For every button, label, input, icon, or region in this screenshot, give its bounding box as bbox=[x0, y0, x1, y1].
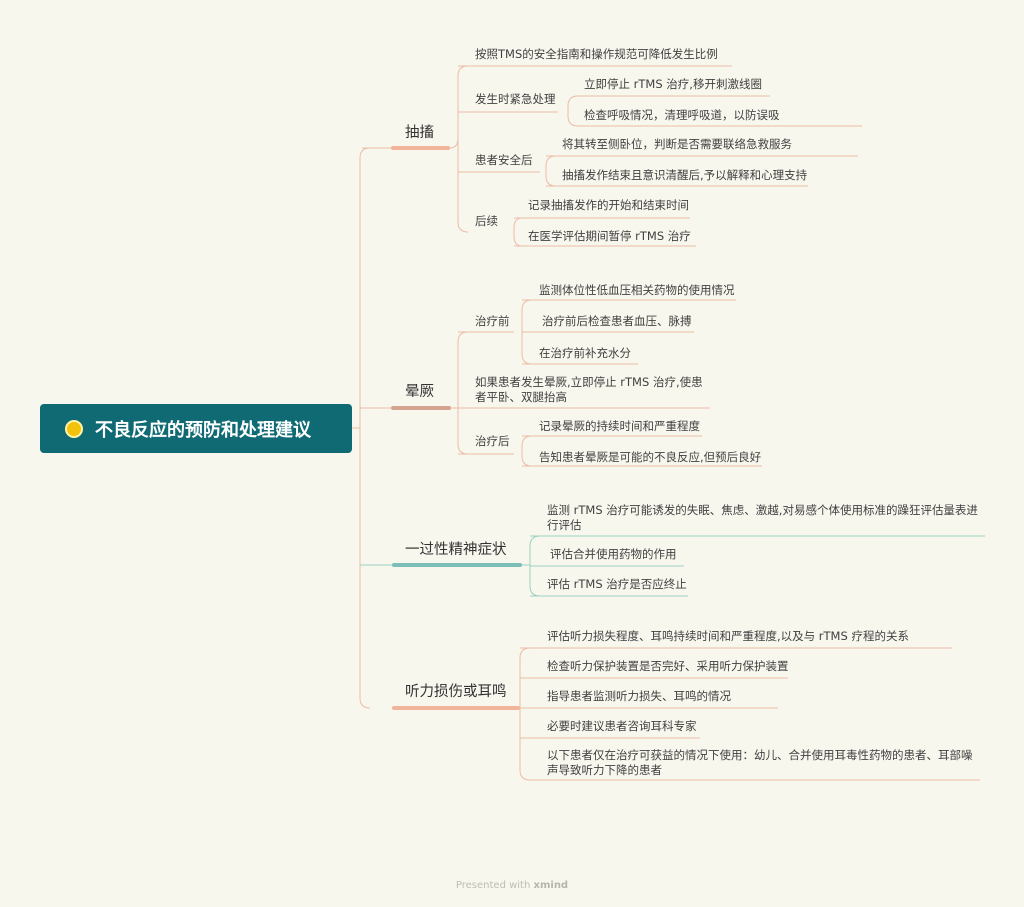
topic-restricted-patients[interactable]: 以下患者仅在治疗可获益的情况下使用：幼儿、合并使用耳毒性药物的患者、耳部噪声导致… bbox=[547, 748, 980, 778]
topic-hydration[interactable]: 在治疗前补充水分 bbox=[539, 346, 631, 361]
footer-credit: Presented with xmind bbox=[0, 880, 1024, 891]
topic-inform-prognosis[interactable]: 告知患者晕厥是可能的不良反应,但预后良好 bbox=[539, 450, 761, 465]
xmind-logo: xmind bbox=[533, 880, 569, 891]
branch-hearing[interactable]: 听力损伤或耳鸣 bbox=[405, 680, 507, 701]
root-title: 不良反应的预防和处理建议 bbox=[95, 419, 311, 441]
branch-syncope[interactable]: 晕厥 bbox=[405, 380, 434, 401]
topic-monitor-hypotension-drugs[interactable]: 监测体位性低血压相关药物的使用情况 bbox=[539, 283, 735, 298]
topic-evaluate-medication[interactable]: 评估合并使用药物的作用 bbox=[550, 547, 677, 562]
topic-pause-rtms[interactable]: 在医学评估期间暂停 rTMS 治疗 bbox=[528, 229, 691, 244]
topic-patient-safe[interactable]: 患者安全后 bbox=[475, 153, 533, 168]
topic-stop-rtms[interactable]: 立即停止 rTMS 治疗,移开刺激线圈 bbox=[584, 77, 762, 92]
topic-seizure-emergency[interactable]: 发生时紧急处理 bbox=[475, 92, 556, 107]
topic-lateral-position[interactable]: 将其转至侧卧位，判断是否需要联络急救服务 bbox=[562, 137, 792, 152]
topic-record-syncope[interactable]: 记录晕厥的持续时间和严重程度 bbox=[539, 419, 700, 434]
topic-seizure-guideline[interactable]: 按照TMS的安全指南和操作规范可降低发生比例 bbox=[475, 47, 718, 62]
topic-consult-ent[interactable]: 必要时建议患者咨询耳科专家 bbox=[547, 719, 697, 734]
footer-prefix: Presented with bbox=[455, 880, 531, 891]
topic-before-treatment[interactable]: 治疗前 bbox=[475, 314, 510, 329]
topic-guide-monitoring[interactable]: 指导患者监测听力损失、耳鸣的情况 bbox=[547, 689, 731, 704]
topic-explain-support[interactable]: 抽搐发作结束且意识清醒后,予以解释和心理支持 bbox=[562, 168, 807, 183]
topic-check-protection[interactable]: 检查听力保护装置是否完好、采用听力保护装置 bbox=[547, 659, 789, 674]
branch-seizure[interactable]: 抽搐 bbox=[405, 121, 434, 142]
topic-record-seizure-time[interactable]: 记录抽搐发作的开始和结束时间 bbox=[528, 198, 689, 213]
root-topic[interactable]: 不良反应的预防和处理建议 bbox=[40, 404, 352, 453]
branch-psychiatric[interactable]: 一过性精神症状 bbox=[405, 538, 507, 559]
topic-followup[interactable]: 后续 bbox=[475, 214, 498, 229]
topic-syncope-action[interactable]: 如果患者发生晕厥,立即停止 rTMS 治疗,使患者平卧、双腿抬高 bbox=[475, 375, 711, 405]
topic-check-breathing[interactable]: 检查呼吸情况，清理呼吸道，以防误吸 bbox=[584, 108, 780, 123]
topic-after-treatment[interactable]: 治疗后 bbox=[475, 434, 510, 449]
topic-monitor-insomnia[interactable]: 监测 rTMS 治疗可能诱发的失眠、焦虑、激越,对易感个体使用标准的躁狂评估量表… bbox=[547, 503, 984, 533]
topic-evaluate-termination[interactable]: 评估 rTMS 治疗是否应终止 bbox=[547, 577, 687, 592]
topic-assess-hearing[interactable]: 评估听力损失程度、耳鸣持续时间和严重程度,以及与 rTMS 疗程的关系 bbox=[547, 629, 909, 644]
topic-marker-icon bbox=[65, 419, 83, 438]
topic-check-bp-pulse[interactable]: 治疗前后检查患者血压、脉搏 bbox=[542, 314, 692, 329]
